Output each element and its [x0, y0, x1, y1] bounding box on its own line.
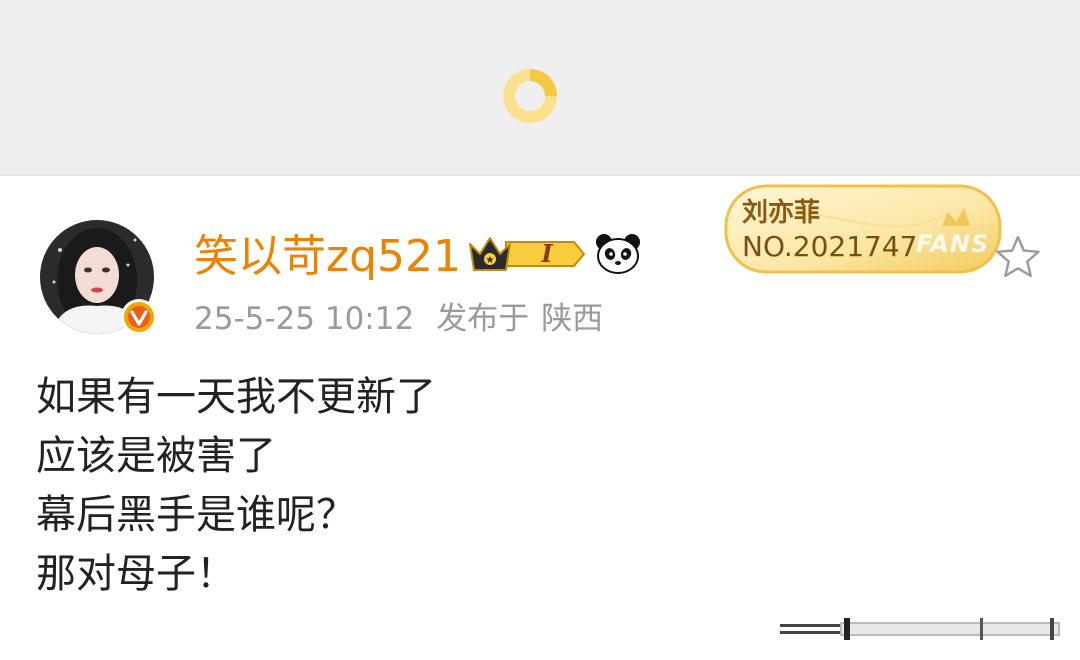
post-line: 那对母子！: [36, 551, 236, 597]
post-line: 应该是被害了: [36, 433, 276, 479]
scroll-indicator-icon: [780, 618, 1060, 640]
svg-text:★: ★: [486, 255, 495, 266]
post-line: 幕后黑手是谁呢？: [36, 492, 356, 538]
post-location: 陕西: [541, 301, 604, 337]
panda-icon: [596, 234, 640, 274]
username[interactable]: 笑以苛zq521: [194, 226, 461, 288]
fan-card-number: NO.2021747: [742, 230, 918, 263]
published-in-label: 发布于: [436, 301, 530, 337]
post-timestamp: 25-5-25 10:12: [194, 301, 415, 337]
loading-spinner-icon: [503, 69, 557, 123]
star-outline-icon[interactable]: [994, 234, 1042, 280]
fan-card-tag: FANS: [916, 230, 990, 258]
level-badge-label: I: [541, 239, 553, 268]
post-content: 如果有一天我不更新了 应该是被害了 幕后黑手是谁呢？ 那对母子！: [36, 368, 936, 604]
crown-icon[interactable]: ★: [466, 232, 586, 276]
post-line: 如果有一天我不更新了: [36, 374, 436, 420]
post-meta: 25-5-25 10:12 发布于 陕西: [194, 296, 625, 342]
verified-v-icon: [121, 299, 157, 335]
fan-card-idol-name: 刘亦菲: [742, 198, 821, 228]
